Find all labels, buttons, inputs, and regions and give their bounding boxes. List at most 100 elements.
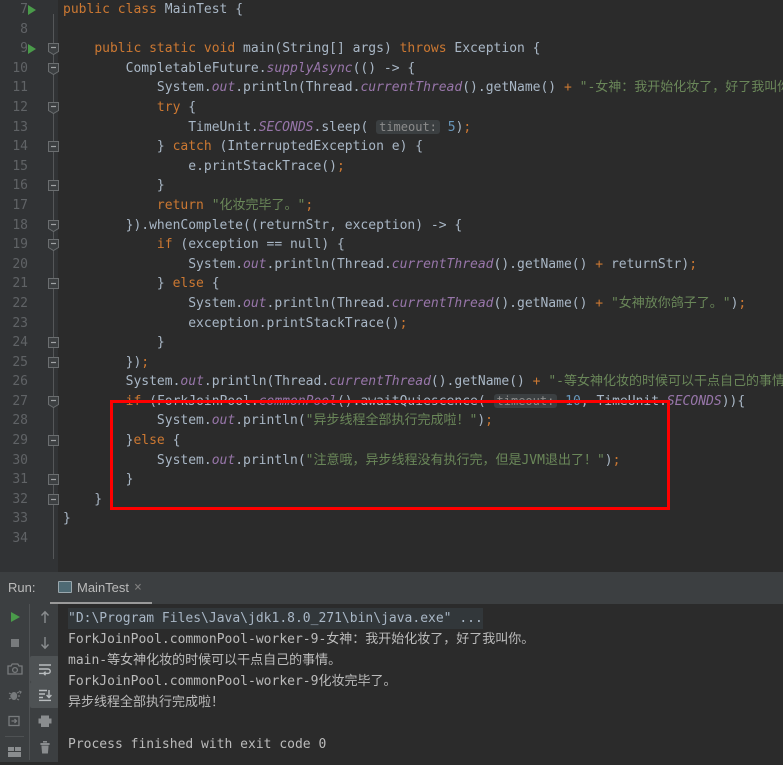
gutter-line-21[interactable]: 21	[0, 274, 59, 294]
gutter-line-9[interactable]: 9	[0, 39, 59, 59]
code-line-10[interactable]: CompletableFuture.supplyAsync(() -> {	[58, 59, 783, 79]
gutter-line-28[interactable]: 28	[0, 411, 58, 431]
line-number: 23	[12, 315, 28, 331]
run-gutter-icon[interactable]	[28, 44, 36, 55]
line-number: 31	[12, 472, 28, 488]
line-number: 8	[20, 21, 28, 37]
gutter-line-27[interactable]: 27	[0, 392, 59, 412]
gutter-line-12[interactable]: 12	[0, 98, 59, 118]
code-line-14[interactable]: } catch (InterruptedException e) {	[58, 137, 783, 157]
code-line-20[interactable]: System.out.println(Thread.currentThread(…	[58, 255, 783, 275]
line-number: 18	[12, 217, 28, 233]
gutter-line-17[interactable]: 17	[0, 196, 58, 216]
up-the-stack-trace-button[interactable]	[30, 604, 59, 630]
gutter-line-31[interactable]: 31	[0, 470, 59, 490]
code-line-21[interactable]: } else {	[58, 274, 783, 294]
line-number: 27	[12, 393, 28, 409]
scroll-to-end-button[interactable]	[30, 682, 59, 708]
gutter-line-15[interactable]: 15	[0, 157, 58, 177]
code-line-24[interactable]: }	[58, 333, 783, 353]
line-number: 28	[12, 413, 28, 429]
toolbar-divider	[5, 736, 24, 737]
line-number: 34	[12, 531, 28, 547]
line-number: 32	[12, 491, 28, 507]
line-number: 7	[20, 2, 28, 17]
code-line-13[interactable]: TimeUnit.SECONDS.sleep( timeout: 5);	[58, 118, 783, 138]
stop-button[interactable]	[0, 630, 29, 656]
code-line-27[interactable]: if (ForkJoinPool.commonPool().awaitQuies…	[58, 392, 783, 412]
code-line-8[interactable]	[58, 20, 783, 40]
down-the-stack-trace-button[interactable]	[30, 630, 59, 656]
gutter-line-7[interactable]: 7	[0, 0, 58, 20]
code-line-29[interactable]: }else {	[58, 431, 783, 451]
code-line-17[interactable]: return "化妆完毕了。";	[58, 196, 783, 216]
line-number: 15	[12, 158, 28, 174]
gutter-line-34[interactable]: 34	[0, 529, 58, 549]
code-line-32[interactable]: }	[58, 490, 783, 510]
code-editor[interactable]: 7 8 9 10 11 12 13 14 15 16 17 18 19 20 21 22 23 24 25 26 27 2…	[0, 0, 783, 572]
gutter-line-29[interactable]: 29	[0, 431, 59, 451]
console-toolbar[interactable]	[0, 604, 59, 765]
console-output[interactable]: "D:\Program Files\Java\jdk1.8.0_271\bin\…	[58, 604, 783, 762]
gutter-line-16[interactable]: 16	[0, 176, 59, 196]
print-button[interactable]	[30, 708, 59, 734]
line-number: 33	[12, 511, 28, 527]
code-content[interactable]: public class MainTest { public static vo…	[58, 0, 783, 572]
code-line-28[interactable]: System.out.println("异步线程全部执行完成啦！");	[58, 411, 783, 431]
code-line-34[interactable]	[58, 529, 783, 549]
code-line-7[interactable]: public class MainTest {	[58, 0, 783, 20]
gutter-line-24[interactable]: 24	[0, 333, 59, 353]
layout-button[interactable]	[0, 739, 29, 765]
line-number: 29	[12, 433, 28, 449]
soft-wrap-button[interactable]	[30, 656, 59, 682]
screenshot-button[interactable]	[0, 656, 29, 682]
gutter-line-8[interactable]: 8	[0, 20, 58, 40]
line-number: 24	[12, 335, 28, 351]
run-gutter-icon[interactable]	[28, 5, 36, 15]
gutter-line-22[interactable]: 22	[0, 294, 58, 314]
code-line-33[interactable]: }	[58, 509, 783, 529]
run-tool-window-header: Run: MainTest ×	[0, 572, 783, 604]
attach-debugger-button[interactable]	[0, 682, 29, 708]
code-line-26[interactable]: System.out.println(Thread.currentThread(…	[58, 372, 783, 392]
clear-all-button[interactable]	[30, 734, 59, 760]
line-number: 14	[12, 139, 28, 155]
line-number: 26	[12, 374, 28, 390]
code-line-22[interactable]: System.out.println(Thread.currentThread(…	[58, 294, 783, 314]
gutter-rows: 7 8 9 10 11 12 13 14 15 16 17 18 19 20 21 22 23 24 25 26 27 2…	[0, 0, 59, 549]
gutter-line-19[interactable]: 19	[0, 235, 59, 255]
gutter-line-10[interactable]: 10	[0, 59, 59, 79]
console-line: main-等女神化妆的时候可以干点自己的事情。	[68, 653, 342, 668]
close-icon[interactable]: ×	[134, 580, 142, 595]
code-line-16[interactable]: }	[58, 176, 783, 196]
gutter-line-20[interactable]: 20	[0, 255, 58, 275]
run-label: Run:	[8, 580, 36, 595]
gutter-line-18[interactable]: 18	[0, 216, 59, 236]
code-line-19[interactable]: if (exception == null) {	[58, 235, 783, 255]
export-button[interactable]	[0, 708, 29, 734]
rerun-button[interactable]	[0, 604, 29, 630]
line-number: 12	[12, 99, 28, 115]
run-tool-window[interactable]: Run: MainTest × "D:\Program Files\Java\j…	[0, 572, 783, 762]
code-line-9[interactable]: public static void main(String[] args) t…	[58, 39, 783, 59]
code-line-30[interactable]: System.out.println("注意哦，异步线程没有执行完，但是JVM退…	[58, 451, 783, 471]
code-line-25[interactable]: });	[58, 353, 783, 373]
gutter-line-33[interactable]: 33	[0, 509, 58, 529]
code-line-12[interactable]: try {	[58, 98, 783, 118]
gutter-line-14[interactable]: 14	[0, 137, 59, 157]
code-line-15[interactable]: e.printStackTrace();	[58, 157, 783, 177]
gutter-line-30[interactable]: 30	[0, 451, 58, 471]
code-line-11[interactable]: System.out.println(Thread.currentThread(…	[58, 78, 783, 98]
gutter-line-26[interactable]: 26	[0, 372, 58, 392]
code-line-31[interactable]: }	[58, 470, 783, 490]
run-tab-maintest[interactable]: MainTest ×	[50, 572, 152, 604]
code-line-18[interactable]: }).whenComplete((returnStr, exception) -…	[58, 216, 783, 236]
gutter-line-23[interactable]: 23	[0, 314, 58, 334]
gutter-line-13[interactable]: 13	[0, 118, 58, 138]
code-line-23[interactable]: exception.printStackTrace();	[58, 314, 783, 334]
gutter-line-32[interactable]: 32	[0, 490, 59, 510]
editor-gutter[interactable]: 7 8 9 10 11 12 13 14 15 16 17 18 19 20 21 22 23 24 25 26 27 2…	[0, 0, 59, 572]
gutter-line-25[interactable]: 25	[0, 353, 59, 373]
gutter-line-11[interactable]: 11	[0, 78, 58, 98]
